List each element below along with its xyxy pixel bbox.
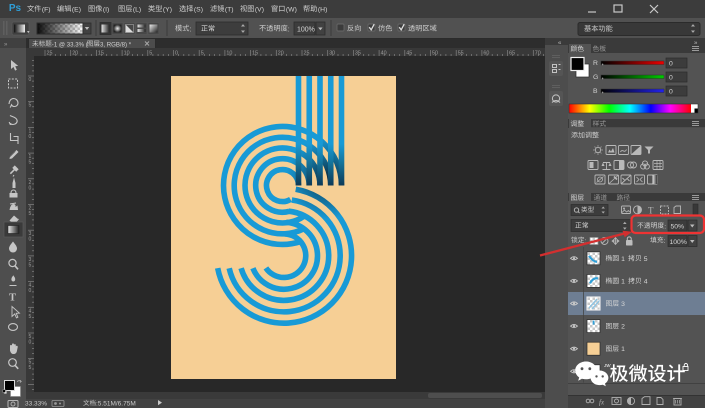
svg-text:G: G — [593, 74, 598, 81]
svg-text:25: 25 — [304, 51, 310, 57]
svg-text:0: 0 — [29, 288, 32, 294]
svg-text:1: 1 — [621, 278, 625, 285]
svg-text:3: 3 — [621, 301, 625, 308]
svg-text:1: 1 — [621, 346, 625, 353]
svg-text::: : — [288, 27, 290, 34]
svg-text:(I): (I) — [103, 7, 109, 14]
svg-text:50%: 50% — [671, 223, 685, 230]
svg-text:2: 2 — [621, 324, 625, 331]
svg-text:0: 0 — [29, 77, 32, 83]
svg-text:5: 5 — [29, 160, 32, 166]
svg-text:0: 0 — [669, 61, 673, 68]
svg-text:(H): (H) — [318, 7, 327, 14]
svg-text:10: 10 — [226, 51, 232, 57]
svg-text:1: 1 — [621, 256, 625, 263]
svg-text:T: T — [9, 293, 16, 304]
svg-text:5: 5 — [29, 365, 32, 371]
svg-text:5: 5 — [201, 51, 204, 57]
svg-text:T: T — [648, 206, 654, 216]
svg-text:0: 0 — [29, 237, 32, 243]
svg-text:5: 5 — [149, 51, 152, 57]
svg-text:(W): (W) — [286, 7, 297, 14]
svg-text:0: 0 — [29, 185, 32, 191]
svg-text:10: 10 — [124, 51, 130, 57]
svg-text:-1 @ 33.3% (: -1 @ 33.3% ( — [52, 41, 88, 48]
svg-text:100%: 100% — [670, 239, 687, 246]
svg-text:(F): (F) — [42, 7, 51, 14]
svg-text:(T): (T) — [225, 7, 234, 14]
svg-text:5: 5 — [644, 256, 648, 263]
svg-text:5: 5 — [29, 103, 32, 109]
svg-text:20: 20 — [72, 51, 78, 57]
svg-text:3, RGB/8) *: 3, RGB/8) * — [100, 41, 132, 48]
svg-text:100%: 100% — [297, 26, 315, 33]
svg-text:JW: JW — [603, 363, 611, 368]
svg-text:(V): (V) — [255, 7, 264, 14]
svg-text:«: « — [558, 41, 562, 47]
svg-text:fx: fx — [599, 399, 605, 407]
svg-text:60: 60 — [483, 51, 489, 57]
svg-text:65: 65 — [509, 51, 515, 57]
svg-text:33.33%: 33.33% — [25, 401, 47, 408]
svg-text:(Y): (Y) — [163, 7, 172, 14]
svg-text:20: 20 — [278, 51, 284, 57]
svg-text:40: 40 — [381, 51, 387, 57]
svg-text::5.51M/6.75M: :5.51M/6.75M — [96, 401, 136, 408]
svg-text:5: 5 — [29, 314, 32, 320]
svg-text:0: 0 — [29, 134, 32, 140]
svg-text:50: 50 — [432, 51, 438, 57]
svg-text:R: R — [593, 60, 598, 67]
svg-text:0: 0 — [669, 75, 673, 82]
svg-text:70: 70 — [535, 51, 541, 57]
svg-text:0: 0 — [29, 340, 32, 346]
svg-text:0: 0 — [669, 89, 673, 96]
svg-text:B: B — [593, 88, 598, 95]
svg-text:(L): (L) — [133, 7, 141, 14]
svg-text:15: 15 — [98, 51, 104, 57]
svg-text:5: 5 — [29, 262, 32, 268]
svg-text:0: 0 — [175, 51, 178, 57]
svg-text:4: 4 — [644, 278, 648, 285]
svg-text:35: 35 — [355, 51, 361, 57]
svg-text:55: 55 — [458, 51, 464, 57]
svg-text::: : — [664, 224, 666, 231]
svg-text:15: 15 — [252, 51, 258, 57]
svg-text:(S): (S) — [194, 7, 203, 14]
svg-text:»: » — [694, 41, 698, 47]
svg-text:45: 45 — [406, 51, 412, 57]
svg-text:30: 30 — [329, 51, 335, 57]
svg-text::: : — [189, 27, 191, 34]
svg-text:25: 25 — [47, 51, 53, 57]
svg-text:»: » — [4, 42, 8, 48]
svg-text::: : — [664, 238, 666, 245]
svg-text:(E): (E) — [72, 7, 81, 14]
svg-text:5: 5 — [29, 211, 32, 217]
